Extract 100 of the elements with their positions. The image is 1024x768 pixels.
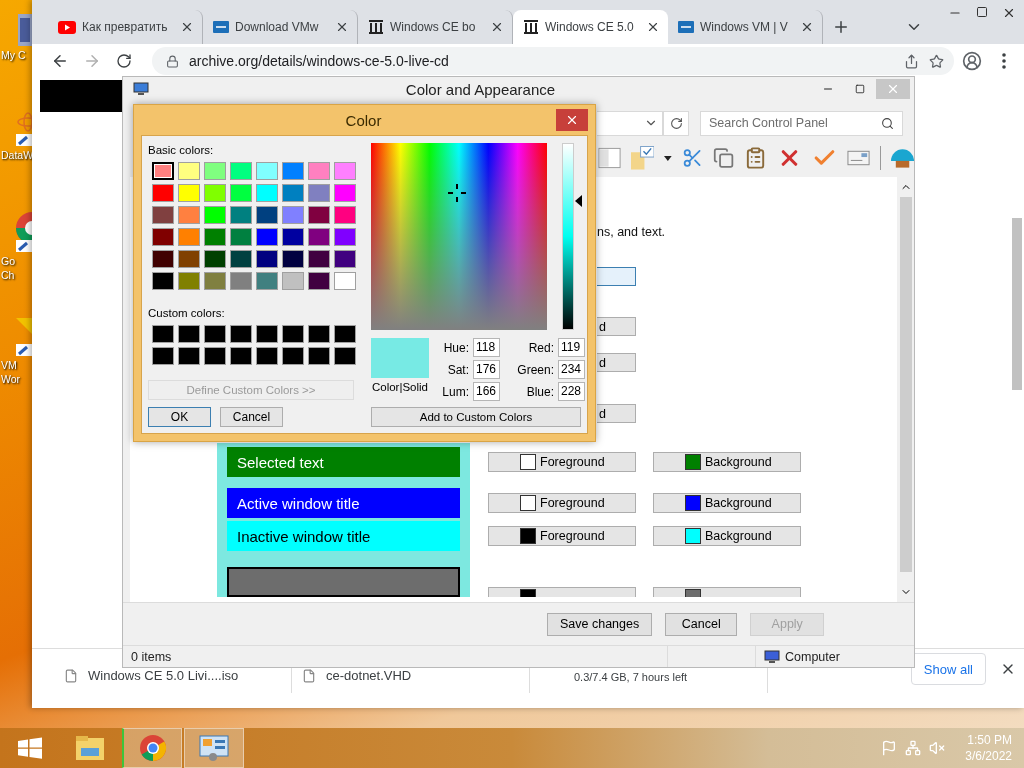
color-cell[interactable] [308,250,330,268]
color-cell[interactable] [178,272,200,290]
dialog-button[interactable]: Cancel [665,612,738,636]
foreground-button[interactable]: Foreground [488,493,636,513]
color-cell[interactable] [282,250,304,268]
color-cell[interactable] [256,347,278,365]
color-cell[interactable] [178,228,200,246]
color-cell[interactable] [230,325,252,343]
color-cell[interactable] [308,184,330,202]
color-cell[interactable] [334,162,356,180]
color-cell[interactable] [256,206,278,224]
slider-arrow[interactable] [575,194,582,207]
close-icon[interactable] [646,20,660,34]
color-cell[interactable] [178,162,200,180]
color-cell[interactable] [230,347,252,365]
browser-tab[interactable]: Windows VM | V [668,10,823,44]
color-cell[interactable] [282,162,304,180]
luminance-slider[interactable] [562,143,582,330]
download-item[interactable]: ce-dotnet.VHD [326,668,412,683]
show-all-button[interactable]: Show all [910,653,986,685]
close-icon[interactable] [490,20,504,34]
color-cell[interactable] [308,347,330,365]
taskbar-app[interactable] [184,728,244,768]
card-icon[interactable] [847,150,871,166]
color-cell[interactable] [282,206,304,224]
color-cell[interactable] [152,228,174,246]
color-cell[interactable] [256,272,278,290]
color-cell[interactable] [230,250,252,268]
color-cell[interactable] [204,325,226,343]
color-cell[interactable] [256,184,278,202]
color-cell[interactable] [230,228,252,246]
color-cell[interactable] [152,162,174,180]
browser-tab[interactable]: Download VMw [203,10,358,44]
color-cell[interactable] [334,250,356,268]
color-button[interactable]: d [597,317,636,336]
color-spectrum[interactable] [371,143,547,330]
color-cell[interactable] [178,250,200,268]
foreground-button[interactable]: Foreground [488,526,636,546]
color-cell[interactable] [282,228,304,246]
color-cell[interactable] [152,250,174,268]
color-cell[interactable] [204,184,226,202]
color-cell[interactable] [334,228,356,246]
add-to-custom-colors-button[interactable]: Add to Custom Colors [371,407,581,427]
color-cell[interactable] [178,184,200,202]
value-field[interactable]: 228 [558,382,585,401]
folder-icon[interactable] [631,146,655,170]
color-cell[interactable] [152,347,174,365]
color-cell[interactable] [178,347,200,365]
close-icon[interactable] [800,20,814,34]
color-cell[interactable] [282,272,304,290]
color-cell[interactable] [282,184,304,202]
background-button[interactable] [653,587,801,597]
download-item[interactable]: Windows CE 5.0 Livi....iso [88,668,239,683]
color-cell[interactable] [178,206,200,224]
color-cell[interactable] [152,272,174,290]
value-field[interactable]: 119 [558,338,585,357]
star-icon[interactable] [929,53,944,69]
color-cell[interactable] [308,228,330,246]
color-cell[interactable] [282,347,304,365]
color-cell[interactable] [308,162,330,180]
scrollbar-thumb[interactable] [1012,218,1022,390]
maximize-icon[interactable] [976,6,988,18]
color-cell[interactable] [334,206,356,224]
caret-icon[interactable] [664,155,672,161]
color-cell[interactable] [204,228,226,246]
taskbar-app[interactable] [122,728,182,768]
background-button[interactable]: Background [653,452,801,472]
color-cell[interactable] [334,325,356,343]
browser-tab[interactable]: Как превратить [48,10,203,44]
value-field[interactable]: 166 [473,382,500,401]
share-icon[interactable] [904,53,919,69]
color-cell[interactable] [282,325,304,343]
color-cell[interactable] [334,184,356,202]
color-button[interactable]: d [597,353,636,372]
color-cell[interactable] [256,228,278,246]
color-cell[interactable] [230,184,252,202]
value-field[interactable]: 234 [558,360,585,379]
color-cell[interactable] [256,162,278,180]
scissors-icon[interactable] [681,147,703,169]
copy-icon[interactable] [712,147,735,169]
address-bar[interactable]: archive.org/details/windows-ce-5.0-live-cd [152,47,954,75]
scrollbar-thumb[interactable] [899,197,912,572]
browser-tab[interactable]: Windows CE 5.0 [513,10,668,44]
color-cell[interactable] [256,325,278,343]
color-cell[interactable] [308,206,330,224]
shell-icon[interactable] [891,148,915,168]
close-button[interactable] [556,109,588,131]
color-cell[interactable] [308,272,330,290]
refresh-button[interactable] [663,110,689,136]
layout-icon[interactable] [598,147,622,169]
search-field[interactable]: Search Control Panel [700,110,903,136]
close-icon[interactable] [1002,6,1016,20]
color-button[interactable] [597,267,636,286]
color-cell[interactable] [152,184,174,202]
color-cell[interactable] [152,325,174,343]
color-cell[interactable] [230,206,252,224]
color-cell[interactable] [334,272,356,290]
color-cell[interactable] [204,206,226,224]
close-icon[interactable] [335,20,349,34]
value-field[interactable]: 118 [473,338,500,357]
